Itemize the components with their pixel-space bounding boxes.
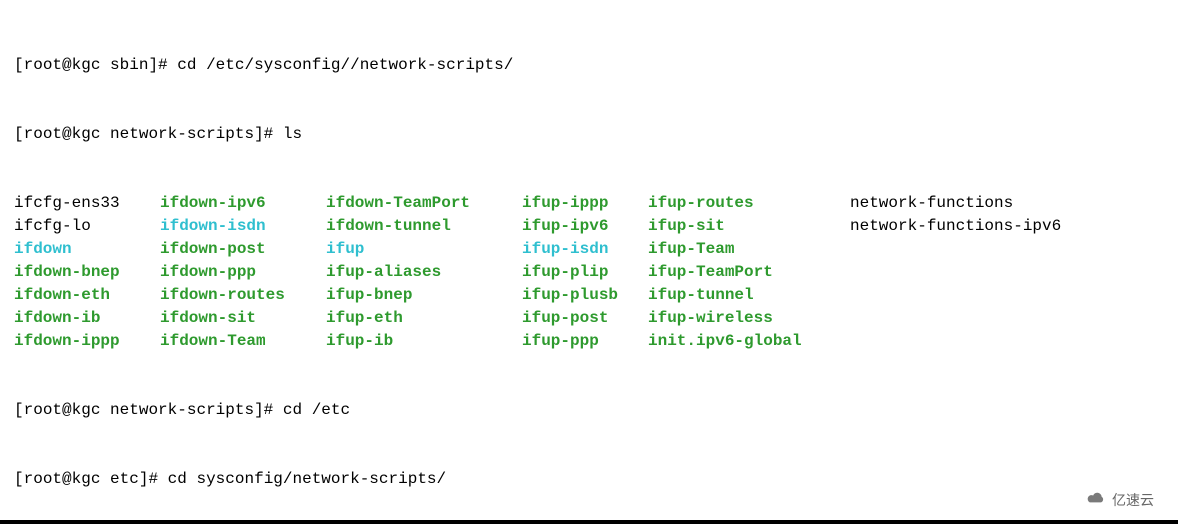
file-entry: network-functions xyxy=(850,192,1168,215)
file-entry: ifup-sit xyxy=(648,215,850,238)
ls-col-5: ifup-routesifup-sitifup-Teamifup-TeamPor… xyxy=(648,192,850,353)
file-entry: ifdown-TeamPort xyxy=(326,192,522,215)
file-entry: ifdown-post xyxy=(160,238,326,261)
file-entry: ifup-plip xyxy=(522,261,648,284)
file-entry: ifdown-sit xyxy=(160,307,326,330)
file-entry: ifup-wireless xyxy=(648,307,850,330)
watermark: 亿速云 xyxy=(1076,485,1164,516)
file-entry: ifup-plusb xyxy=(522,284,648,307)
ls-listing: ifcfg-ens33ifcfg-loifdownifdown-bnepifdo… xyxy=(14,192,1168,353)
file-entry: ifdown-Team xyxy=(160,330,326,353)
file-entry: ifdown-ib xyxy=(14,307,160,330)
file-entry: ifup-aliases xyxy=(326,261,522,284)
watermark-text: 亿速云 xyxy=(1112,489,1154,512)
ls-col-2: ifdown-ipv6ifdown-isdnifdown-postifdown-… xyxy=(160,192,326,353)
file-entry: ifdown-ppp xyxy=(160,261,326,284)
file-entry: ifdown xyxy=(14,238,160,261)
file-entry: ifup-TeamPort xyxy=(648,261,850,284)
file-entry: ifup-tunnel xyxy=(648,284,850,307)
file-entry: network-functions-ipv6 xyxy=(850,215,1168,238)
prompt-line-4: [root@kgc etc]# cd sysconfig/network-scr… xyxy=(14,468,1168,491)
file-entry: ifdown-eth xyxy=(14,284,160,307)
prompt-line-2: [root@kgc network-scripts]# ls xyxy=(14,123,1168,146)
file-entry: ifup-bnep xyxy=(326,284,522,307)
file-entry: ifdown-routes xyxy=(160,284,326,307)
terminal-output[interactable]: [root@kgc sbin]# cd /etc/sysconfig//netw… xyxy=(0,0,1178,520)
file-entry: ifup-ppp xyxy=(522,330,648,353)
file-entry: ifup-Team xyxy=(648,238,850,261)
file-entry: ifdown-bnep xyxy=(14,261,160,284)
ls-col-4: ifup-ipppifup-ipv6ifup-isdnifup-plipifup… xyxy=(522,192,648,353)
file-entry: ifcfg-ens33 xyxy=(14,192,160,215)
file-entry: ifdown-ipv6 xyxy=(160,192,326,215)
file-entry: ifup-ipv6 xyxy=(522,215,648,238)
ls-col-1: ifcfg-ens33ifcfg-loifdownifdown-bnepifdo… xyxy=(14,192,160,353)
ls-col-6: network-functionsnetwork-functions-ipv6 xyxy=(850,192,1168,353)
file-entry: ifup xyxy=(326,238,522,261)
prompt-line-3: [root@kgc network-scripts]# cd /etc xyxy=(14,399,1168,422)
file-entry: ifup-eth xyxy=(326,307,522,330)
file-entry: ifdown-isdn xyxy=(160,215,326,238)
prompt-line-1: [root@kgc sbin]# cd /etc/sysconfig//netw… xyxy=(14,54,1168,77)
file-entry: init.ipv6-global xyxy=(648,330,850,353)
file-entry: ifdown-tunnel xyxy=(326,215,522,238)
file-entry: ifdown-ippp xyxy=(14,330,160,353)
ls-col-3: ifdown-TeamPortifdown-tunnelifupifup-ali… xyxy=(326,192,522,353)
file-entry: ifcfg-lo xyxy=(14,215,160,238)
file-entry: ifup-routes xyxy=(648,192,850,215)
file-entry: ifup-ib xyxy=(326,330,522,353)
file-entry: ifup-post xyxy=(522,307,648,330)
file-entry: ifup-isdn xyxy=(522,238,648,261)
file-entry: ifup-ippp xyxy=(522,192,648,215)
cloud-icon xyxy=(1086,489,1106,512)
